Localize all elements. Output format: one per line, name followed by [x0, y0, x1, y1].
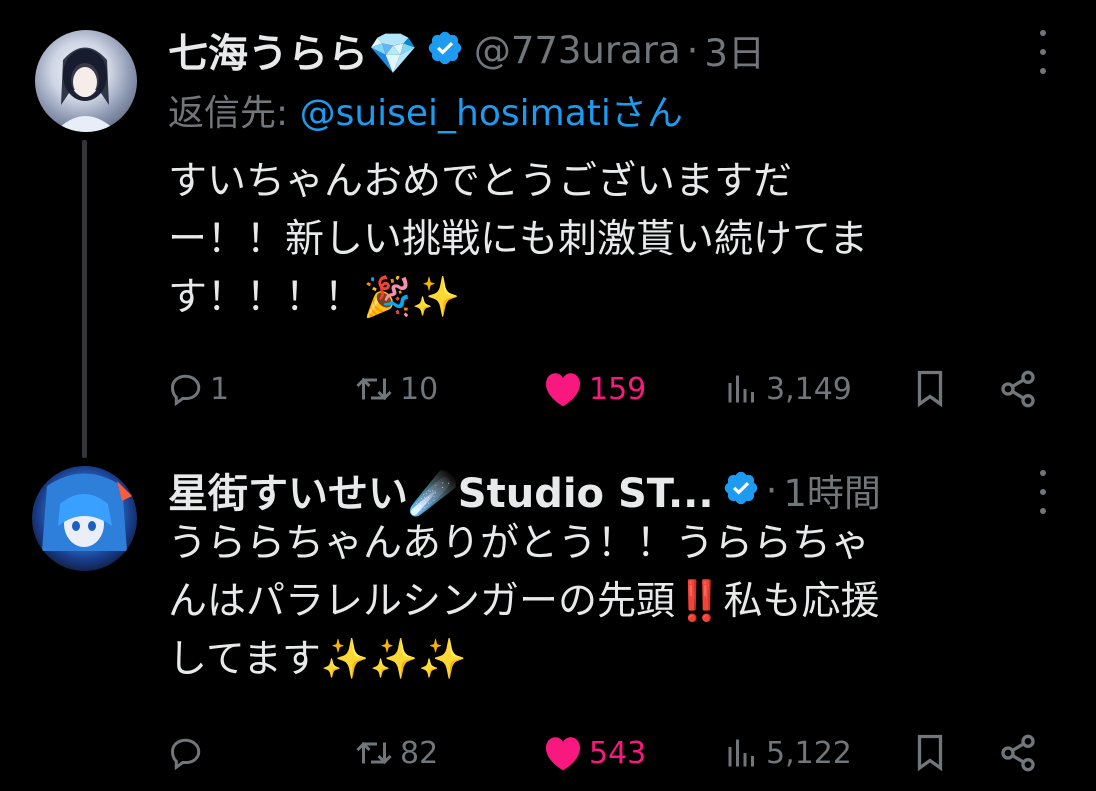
more-icon[interactable]: [1036, 30, 1050, 74]
heart-icon: [543, 735, 583, 771]
reply-label: 返信先:: [168, 93, 300, 134]
tweet[interactable]: 七海うらら💎 @773urara · 3日 返信先: @suisei_hosim…: [0, 0, 1096, 458]
tweet-text: すいちゃんおめでとうございますだ ー！！新しい挑戦にも刺激貰い続けてま す！！！…: [168, 153, 1058, 327]
author-name[interactable]: 星街すいせい☄️Studio ST...: [168, 461, 714, 519]
retweet-button[interactable]: 82: [354, 728, 438, 778]
heart-icon: [543, 371, 583, 407]
separator: ·: [765, 468, 778, 512]
verified-badge-icon: [426, 29, 464, 71]
bookmark-button[interactable]: [912, 728, 948, 778]
views-button[interactable]: 3,149: [724, 364, 852, 414]
like-button[interactable]: 543: [543, 728, 646, 778]
tweet-text: うららちゃんありがとう！！うららちゃ んはパラレルシンガーの先頭‼️私も応援 し…: [168, 515, 1058, 689]
tweet-text-line: うららちゃんありがとう！！うららちゃ: [168, 521, 871, 566]
views-icon: [724, 735, 760, 771]
reply-button[interactable]: 1: [168, 364, 229, 414]
verified-badge-icon: [722, 469, 760, 511]
tweet-text-line: す！！！！🎉✨: [168, 275, 461, 320]
avatar[interactable]: [35, 30, 137, 132]
action-bar: 1 10 159 3,149: [168, 364, 1048, 414]
tweet-text-line: ー！！新しい挑戦にも刺激貰い続けてま: [168, 217, 869, 262]
retweet-count: 82: [400, 735, 439, 771]
thread-line: [82, 140, 87, 458]
action-bar: 82 543 5,122: [168, 728, 1048, 778]
separator: ·: [686, 28, 699, 72]
retweet-icon: [354, 735, 394, 771]
author-handle[interactable]: @773urara: [474, 29, 681, 72]
retweet-count: 10: [400, 371, 439, 407]
like-count: 159: [589, 371, 647, 407]
views-button[interactable]: 5,122: [724, 728, 852, 778]
more-icon[interactable]: [1036, 470, 1050, 514]
share-icon: [998, 369, 1038, 409]
views-icon: [724, 371, 760, 407]
reply-count: 1: [210, 371, 230, 407]
reply-button[interactable]: [168, 728, 210, 778]
tweet-text-line: してます✨✨✨: [168, 637, 467, 682]
bookmark-button[interactable]: [912, 364, 948, 414]
share-button[interactable]: [998, 728, 1038, 778]
views-count: 3,149: [766, 371, 852, 407]
reply-icon: [168, 735, 204, 771]
author-name[interactable]: 七海うらら💎: [168, 21, 418, 79]
reply-context: 返信先: @suisei_hosimatiさん: [168, 84, 683, 136]
retweet-icon: [354, 371, 394, 407]
tweet-header: 星街すいせい☄️Studio ST... · 1時間: [168, 462, 881, 518]
reply-mention-link[interactable]: @suisei_hosimatiさん: [300, 93, 683, 134]
bookmark-icon: [912, 733, 948, 773]
avatar-image: [42, 473, 132, 551]
timestamp[interactable]: 3日: [704, 23, 765, 77]
bookmark-icon: [912, 369, 948, 409]
timestamp[interactable]: 1時間: [783, 463, 881, 517]
share-icon: [998, 733, 1038, 773]
tweet-text-line: んはパラレルシンガーの先頭‼️私も応援: [168, 579, 880, 624]
tweet-text-line: すいちゃんおめでとうございますだ: [168, 159, 793, 204]
avatar-image: [55, 47, 117, 132]
tweet-header: 七海うらら💎 @773urara · 3日: [168, 22, 765, 78]
avatar[interactable]: [32, 466, 137, 571]
retweet-button[interactable]: 10: [354, 364, 438, 414]
like-count: 543: [589, 735, 647, 771]
views-count: 5,122: [766, 735, 852, 771]
reply-icon: [168, 371, 204, 407]
like-button[interactable]: 159: [543, 364, 646, 414]
share-button[interactable]: [998, 364, 1038, 414]
